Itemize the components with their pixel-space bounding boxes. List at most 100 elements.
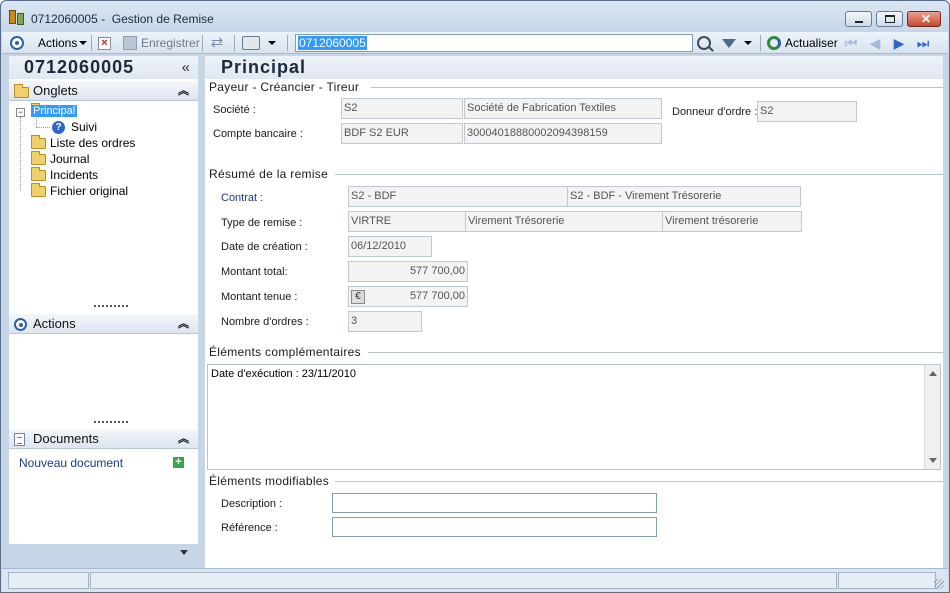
folder-icon (14, 84, 29, 104)
splitter-grip[interactable] (94, 421, 128, 423)
folder-icon (31, 134, 46, 149)
group-modifiables-legend: Éléments modifiables (209, 474, 330, 488)
previous-icon: ◀ (869, 34, 881, 51)
status-cell (8, 572, 89, 589)
status-cell (838, 572, 936, 589)
complementaires-textarea[interactable]: Date d'exécution : 23/11/2010 (207, 364, 941, 470)
reference-field[interactable] (332, 517, 657, 537)
description-label: Description : (221, 498, 283, 510)
compte-label: Compte bancaire : (213, 128, 303, 140)
donneur-field: S2 (757, 101, 857, 122)
euro-icon[interactable]: € (351, 290, 365, 304)
date-label: Date de création : (221, 241, 308, 253)
group-divider (368, 352, 943, 353)
page-title: Principal (205, 56, 943, 79)
contrat-label[interactable]: Contrat : (221, 192, 263, 204)
tree-expander-icon[interactable]: − (16, 108, 25, 117)
status-bar (2, 568, 948, 592)
toolbar-menu-icon[interactable] (10, 34, 24, 52)
section-onglets-header[interactable]: Onglets ︽ (9, 81, 198, 101)
contrat-code-field: S2 - BDF (348, 186, 568, 207)
maximize-icon (885, 15, 895, 23)
app-window: 0712060005 - Gestion de Remise ✕ Actions… (0, 0, 950, 593)
left-panel-footer (9, 544, 198, 568)
scroll-down-icon[interactable] (929, 458, 937, 463)
chevron-down-icon (79, 41, 88, 45)
compte-code-field: BDF S2 EUR (341, 123, 463, 144)
new-document-link[interactable]: Nouveau document (19, 456, 123, 470)
type-code-field: VIRTRE (348, 211, 466, 232)
search-button[interactable] (697, 34, 711, 52)
section-documents-header[interactable]: Documents ︽ (9, 429, 198, 449)
type-name-field: Virement Trésorerie (465, 211, 663, 232)
help-icon: ? (52, 120, 65, 134)
previous-record-button[interactable]: ◀ (866, 34, 884, 52)
contrat-name-field: S2 - BDF - Virement Trésorerie (567, 186, 801, 207)
tree-item-label: Liste des ordres (50, 136, 136, 150)
montant-label: Montant total: (221, 266, 288, 278)
actions-menu-button[interactable]: Actions (38, 34, 88, 52)
folder-icon (31, 182, 46, 197)
tree-item-journal[interactable]: Journal (31, 150, 89, 167)
group-divider (335, 174, 943, 175)
toolbar-separator (234, 35, 235, 51)
search-input-box[interactable]: 0712060005 (295, 34, 693, 52)
refresh-icon (767, 36, 781, 50)
description-input[interactable] (333, 494, 656, 512)
record-id: 0712060005 (24, 57, 135, 77)
tree-item-liste-ordres[interactable]: Liste des ordres (31, 134, 136, 151)
splitter-grip[interactable] (94, 305, 128, 307)
cancel-button[interactable]: × (98, 34, 111, 52)
collapse-section-icon[interactable]: ︽ (178, 81, 189, 101)
type-label: Type de remise : (221, 217, 303, 229)
collapse-section-icon[interactable]: ︽ (178, 314, 189, 334)
tree-item-label: Incidents (50, 168, 99, 182)
main-content: Principal Payeur - Créancier - Tireur So… (205, 56, 943, 568)
tree-item-fichier-original[interactable]: Fichier original (31, 182, 128, 199)
tree-item-incidents[interactable]: Incidents (31, 166, 99, 183)
add-icon[interactable]: + (173, 457, 184, 468)
print-button[interactable] (242, 34, 276, 52)
next-record-button[interactable]: ▶ (890, 34, 908, 52)
chevron-down-icon[interactable] (180, 550, 188, 555)
refresh-button[interactable]: Actualiser (767, 34, 838, 52)
tree-item-principal[interactable]: Principal (31, 102, 78, 119)
section-actions-header[interactable]: Actions ︽ (9, 314, 198, 334)
minimize-button[interactable] (845, 11, 872, 27)
sync-button[interactable]: ⇄ (209, 34, 225, 52)
tree-item-suivi[interactable]: ? Suivi (52, 119, 97, 135)
toolbar-separator (202, 35, 203, 51)
collapse-panel-icon[interactable]: « (182, 56, 190, 79)
reference-input[interactable] (333, 518, 656, 536)
societe-name-field: Société de Fabrication Textiles (464, 98, 662, 119)
group-divider (335, 481, 943, 482)
description-field[interactable] (332, 493, 657, 513)
type-name2-field: Virement trésorerie (662, 211, 802, 232)
close-button[interactable]: ✕ (907, 11, 941, 27)
scroll-up-icon[interactable] (929, 371, 937, 376)
save-button[interactable]: Enregistrer (123, 34, 200, 52)
chevron-down-icon (744, 41, 752, 45)
left-panel-header: 0712060005 « (9, 56, 198, 79)
maximize-button[interactable] (876, 11, 903, 27)
compte-number-field: 30004018880002094398159 (464, 123, 662, 144)
first-record-button[interactable]: ⏮ (842, 34, 860, 52)
filter-button[interactable] (722, 34, 752, 52)
group-resume-legend: Résumé de la remise (209, 167, 329, 181)
minimize-icon (855, 21, 863, 23)
section-onglets-label: Onglets (33, 83, 78, 98)
title-bar: 0712060005 - Gestion de Remise ✕ (1, 1, 949, 33)
nb-ordres-field: 3 (348, 311, 422, 332)
group-payeur-legend: Payeur - Créancier - Tireur (209, 80, 360, 94)
collapse-section-icon[interactable]: ︽ (178, 429, 189, 449)
tenue-label: Montant tenue : (221, 291, 298, 303)
group-complementaires-legend: Éléments complémentaires (209, 345, 361, 359)
section-documents-label: Documents (33, 431, 99, 446)
last-record-button[interactable]: ⏭ (914, 34, 932, 52)
societe-code-field: S2 (341, 98, 463, 119)
group-divider (371, 87, 943, 88)
refresh-label: Actualiser (785, 36, 838, 50)
vertical-scrollbar[interactable] (924, 365, 940, 469)
resize-grip-icon[interactable] (934, 579, 944, 589)
first-icon: ⏮ (844, 34, 858, 51)
